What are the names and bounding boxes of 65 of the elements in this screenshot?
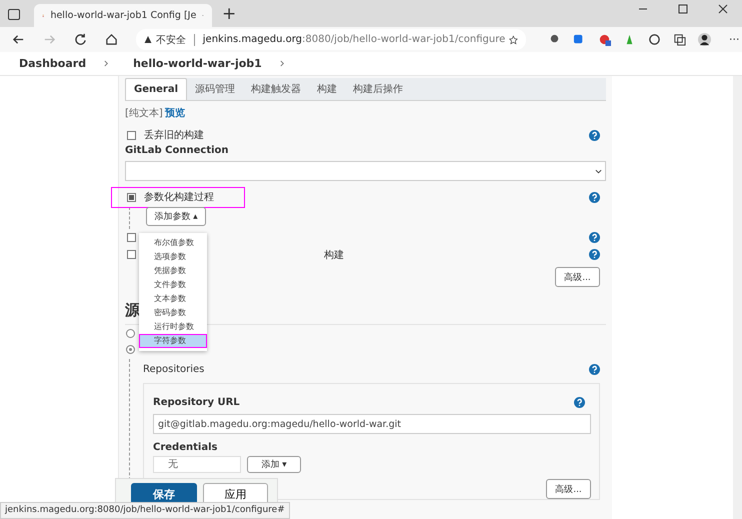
new-tab-button[interactable]: + [218, 4, 240, 24]
menu-item[interactable]: 凭据参数 [139, 264, 207, 278]
field-label: Repositories [143, 364, 204, 374]
checkbox[interactable] [127, 130, 136, 140]
section-heading: 源 [125, 301, 140, 319]
menu-item[interactable]: 运行时参数 [139, 320, 207, 334]
config-tab[interactable]: 构建后操作 [345, 79, 411, 100]
address-bar[interactable]: 不安全 jenkins.magedu.org:8080/job/hello-world-war-job1/configure [136, 29, 526, 50]
collections-icon[interactable] [673, 33, 686, 46]
menu-item[interactable]: 文件参数 [139, 278, 207, 292]
config-tab[interactable]: 构建触发器 [243, 79, 309, 100]
favorite-icon[interactable] [509, 34, 518, 46]
option-label: 构建 [324, 248, 344, 262]
option-label: 参数化构建过程 [144, 190, 214, 204]
field-label: Credentials [153, 442, 218, 453]
breadcrumb-link[interactable]: hello-world-war-job1 [133, 57, 262, 70]
reload-icon[interactable] [74, 33, 87, 46]
plain-text-link[interactable]: [纯文本] [125, 106, 163, 120]
preview-link[interactable]: 预览 [164, 106, 185, 120]
menu-item[interactable]: 选项参数 [139, 250, 207, 264]
help-icon[interactable] [574, 396, 585, 408]
field-label: GitLab Connection [125, 145, 230, 158]
tab-actions-icon[interactable] [8, 9, 20, 20]
advanced-button[interactable]: 高级... [555, 267, 600, 287]
help-icon[interactable] [589, 364, 600, 374]
credentials-select[interactable]: 无 [153, 456, 241, 473]
option-label: 丢弃旧的构建 [144, 128, 204, 142]
home-icon[interactable] [105, 33, 118, 46]
add-parameter-button[interactable]: 添加参数 ▴ [146, 207, 206, 226]
add-credentials-button[interactable]: 添加 ▾ [247, 456, 301, 473]
back-icon[interactable] [12, 33, 25, 46]
url-text: jenkins.magedu.org:8080/job/hello-world-war-job1/configure [202, 34, 506, 45]
config-tab[interactable]: 构建 [309, 79, 345, 100]
tab-title: hello-world-war-job1 Config [Je [50, 10, 196, 21]
radio-button[interactable] [126, 328, 135, 338]
config-tab[interactable]: General [125, 78, 187, 100]
config-tab[interactable]: 源码管理 [187, 79, 243, 100]
checkbox[interactable] [127, 233, 136, 242]
advanced-button[interactable]: 高级... [546, 479, 591, 499]
status-url-tooltip: jenkins.magedu.org:8080/job/hello-world-war-job1/configure# [0, 502, 290, 519]
more-menu-button[interactable]: ··· [729, 33, 740, 46]
help-icon[interactable] [589, 192, 600, 202]
checkbox[interactable] [127, 250, 136, 259]
avatar-icon[interactable] [698, 33, 711, 46]
radio-button[interactable] [126, 344, 135, 354]
help-icon[interactable] [589, 130, 600, 140]
extension-icon[interactable] [598, 33, 611, 46]
menu-item[interactable]: 密码参数 [139, 306, 207, 320]
warning-icon [144, 34, 152, 45]
maximize-icon[interactable] [678, 4, 688, 14]
help-icon[interactable] [589, 249, 600, 260]
chevron-icon[interactable] [104, 60, 110, 67]
browser-tab[interactable]: hello-world-war-job1 Config [Je [34, 4, 212, 27]
menu-item[interactable]: 文本参数 [139, 292, 207, 306]
scrollbar[interactable] [733, 76, 742, 519]
menu-item[interactable]: 布尔值参数 [139, 236, 207, 250]
breadcrumb-link[interactable]: Dashboard [19, 57, 86, 70]
help-icon[interactable] [589, 232, 600, 243]
chevron-down-icon [595, 169, 602, 174]
security-label: 不安全 [156, 34, 186, 46]
menu-item[interactable]: 字符参数 [139, 334, 207, 348]
repository-url-field[interactable]: git@gitlab.magedu.org:magedu/hello-world-war.git [153, 414, 591, 434]
field-label: Repository URL [153, 396, 240, 408]
chevron-icon[interactable] [280, 60, 285, 67]
checkbox[interactable] [127, 192, 136, 202]
